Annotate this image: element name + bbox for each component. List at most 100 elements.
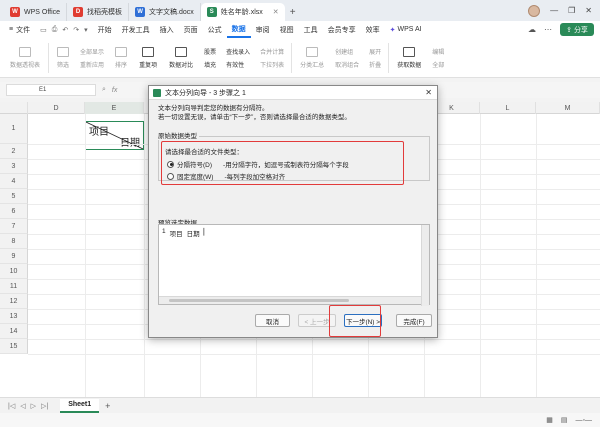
fx-icon[interactable]: fx bbox=[112, 87, 117, 94]
view-page-icon[interactable]: ▤ bbox=[561, 416, 568, 424]
cell-e1[interactable]: 项目 日期 bbox=[85, 121, 144, 150]
tab-writer-doc[interactable]: W 文字文稿.docx bbox=[129, 3, 201, 21]
close-window-icon[interactable]: ✕ bbox=[585, 6, 592, 15]
row-header-9[interactable]: 9 bbox=[0, 249, 28, 264]
tab-docer[interactable]: D 找稻壳模板 bbox=[67, 3, 130, 21]
cloud-icon[interactable]: ☁ bbox=[528, 25, 536, 34]
preview-box[interactable]: 1 项目 日期 ▏ bbox=[158, 224, 430, 306]
row-header-2[interactable]: 2 bbox=[0, 144, 28, 159]
column-header-d[interactable]: D bbox=[28, 102, 85, 114]
select-all-corner[interactable] bbox=[0, 102, 28, 114]
view-normal-icon[interactable]: ▦ bbox=[546, 416, 553, 424]
text-to-columns-dialog: 文本分列向导 - 3 步骤之 1 ✕ 文本分列向导判定您的数据有分隔符。 若一切… bbox=[148, 85, 438, 338]
file-menu[interactable]: ≡ 文件 bbox=[4, 21, 35, 38]
duplicates-button[interactable]: 重复项 bbox=[135, 46, 161, 69]
menu-review[interactable]: 审阅 bbox=[251, 21, 275, 38]
data-compare-button[interactable]: 数据对比 bbox=[165, 46, 197, 69]
menu-member[interactable]: 会员专享 bbox=[323, 21, 361, 38]
stock-button[interactable]: 股票 bbox=[204, 47, 216, 56]
last-sheet-icon[interactable]: ▷| bbox=[41, 402, 48, 410]
show-all-button[interactable]: 全部显示 bbox=[80, 47, 104, 56]
new-tab-button[interactable]: + bbox=[285, 3, 301, 21]
edit-button[interactable]: 编辑 bbox=[432, 47, 444, 56]
column-header-m[interactable]: M bbox=[536, 102, 600, 114]
column-header-l[interactable]: L bbox=[480, 102, 536, 114]
sheet-tab-bar: |◁ ◁ ▷ ▷| Sheet1 + bbox=[0, 397, 600, 413]
sheet-tab-sheet1[interactable]: Sheet1 bbox=[60, 398, 100, 413]
finish-button[interactable]: 完成(F) bbox=[396, 314, 432, 327]
sort-button[interactable]: 排序 bbox=[111, 46, 131, 69]
menu-developer[interactable]: 开发工具 bbox=[117, 21, 155, 38]
horizontal-scrollbar[interactable] bbox=[159, 296, 421, 304]
row-header-12[interactable]: 12 bbox=[0, 294, 28, 309]
row-header-3[interactable]: 3 bbox=[0, 159, 28, 174]
menu-page[interactable]: 页面 bbox=[179, 21, 203, 38]
minimize-icon[interactable]: — bbox=[550, 6, 558, 15]
scrollbar-thumb[interactable] bbox=[169, 299, 349, 302]
row-header-4[interactable]: 4 bbox=[0, 174, 28, 189]
redo-icon[interactable]: ↷ bbox=[73, 26, 79, 34]
tab-spreadsheet[interactable]: S 姓名年龄.xlsx ✕ bbox=[200, 3, 285, 21]
grid-column-line bbox=[144, 114, 145, 397]
consolidate-button[interactable]: 合并计算 bbox=[260, 47, 284, 56]
first-sheet-icon[interactable]: |◁ bbox=[8, 402, 15, 410]
reapply-button[interactable]: 重新应用 bbox=[80, 60, 104, 69]
collapse-button[interactable]: 折叠 bbox=[369, 60, 381, 69]
get-data-button[interactable]: 获取数据 bbox=[393, 46, 425, 69]
tab-wps-office[interactable]: W WPS Office bbox=[4, 3, 68, 21]
menu-tools[interactable]: 工具 bbox=[299, 21, 323, 38]
row-header-8[interactable]: 8 bbox=[0, 234, 28, 249]
close-tab-icon[interactable]: ✕ bbox=[273, 8, 279, 16]
tab-label: 姓名年龄.xlsx bbox=[220, 9, 263, 16]
menu-view[interactable]: 视图 bbox=[275, 21, 299, 38]
dropdown-icon[interactable]: ▾ bbox=[84, 26, 88, 34]
prev-sheet-icon[interactable]: ◁ bbox=[20, 402, 25, 410]
zoom-slider-icon[interactable]: —◦— bbox=[576, 417, 592, 424]
row-header-15[interactable]: 15 bbox=[0, 339, 28, 354]
wps-ai-button[interactable]: ✦ WPS AI bbox=[385, 21, 427, 38]
filter-label: 筛选 bbox=[57, 62, 70, 69]
close-icon[interactable]: ✕ bbox=[425, 88, 432, 97]
create-group-button[interactable]: 创建组 bbox=[335, 47, 359, 56]
name-box[interactable]: E1 bbox=[6, 84, 96, 96]
row-header-5[interactable]: 5 bbox=[0, 189, 28, 204]
menu-formula[interactable]: 公式 bbox=[203, 21, 227, 38]
row-header-7[interactable]: 7 bbox=[0, 219, 28, 234]
avatar[interactable] bbox=[528, 4, 541, 17]
dropdown-list-button[interactable]: 下拉列表 bbox=[260, 60, 284, 69]
filter-button[interactable]: 筛选 bbox=[53, 46, 73, 69]
subtotal-button[interactable]: 分类汇总 bbox=[296, 46, 328, 69]
row-header-1[interactable]: 1 bbox=[0, 114, 28, 144]
vertical-scrollbar[interactable] bbox=[421, 225, 429, 306]
row-header-11[interactable]: 11 bbox=[0, 279, 28, 294]
next-sheet-icon[interactable]: ▷ bbox=[31, 402, 36, 410]
pivot-table-button[interactable]: 数据透视表 bbox=[6, 46, 44, 69]
share-button[interactable]: ⇪ 分享 bbox=[560, 23, 594, 36]
validation-button[interactable]: 有效性 bbox=[226, 60, 250, 69]
more-icon[interactable]: ⋯ bbox=[544, 25, 552, 34]
zoom-icon[interactable]: ⌕ bbox=[102, 86, 106, 94]
description-line-1: 文本分列向导判定您的数据有分隔符。 bbox=[158, 105, 269, 112]
all-button[interactable]: 全部 bbox=[432, 60, 444, 69]
menu-data[interactable]: 数据 bbox=[226, 21, 251, 38]
menu-insert[interactable]: 插入 bbox=[155, 21, 179, 38]
ungroup-button[interactable]: 取消组合 bbox=[335, 60, 359, 69]
row-header-6[interactable]: 6 bbox=[0, 204, 28, 219]
expand-button[interactable]: 展开 bbox=[369, 47, 381, 56]
add-sheet-button[interactable]: + bbox=[105, 401, 110, 411]
cell-ref: E1 bbox=[39, 87, 47, 93]
restore-icon[interactable]: ❐ bbox=[568, 6, 575, 15]
menu-home[interactable]: 开始 bbox=[93, 21, 117, 38]
undo-icon[interactable]: ↶ bbox=[62, 26, 68, 34]
row-header-14[interactable]: 14 bbox=[0, 324, 28, 339]
dialog-title-bar[interactable]: 文本分列向导 - 3 步骤之 1 ✕ bbox=[149, 86, 437, 100]
column-header-e[interactable]: E bbox=[85, 102, 144, 114]
print-icon[interactable]: ⎙ bbox=[52, 26, 58, 34]
save-icon[interactable]: ▭ bbox=[40, 26, 47, 34]
cancel-button[interactable]: 取消 bbox=[255, 314, 290, 327]
menu-efficiency[interactable]: 效率 bbox=[361, 21, 385, 38]
row-header-13[interactable]: 13 bbox=[0, 309, 28, 324]
row-header-10[interactable]: 10 bbox=[0, 264, 28, 279]
fill-button[interactable]: 填充 bbox=[204, 60, 216, 69]
lookup-entry-button[interactable]: 查找录入 bbox=[226, 47, 250, 56]
